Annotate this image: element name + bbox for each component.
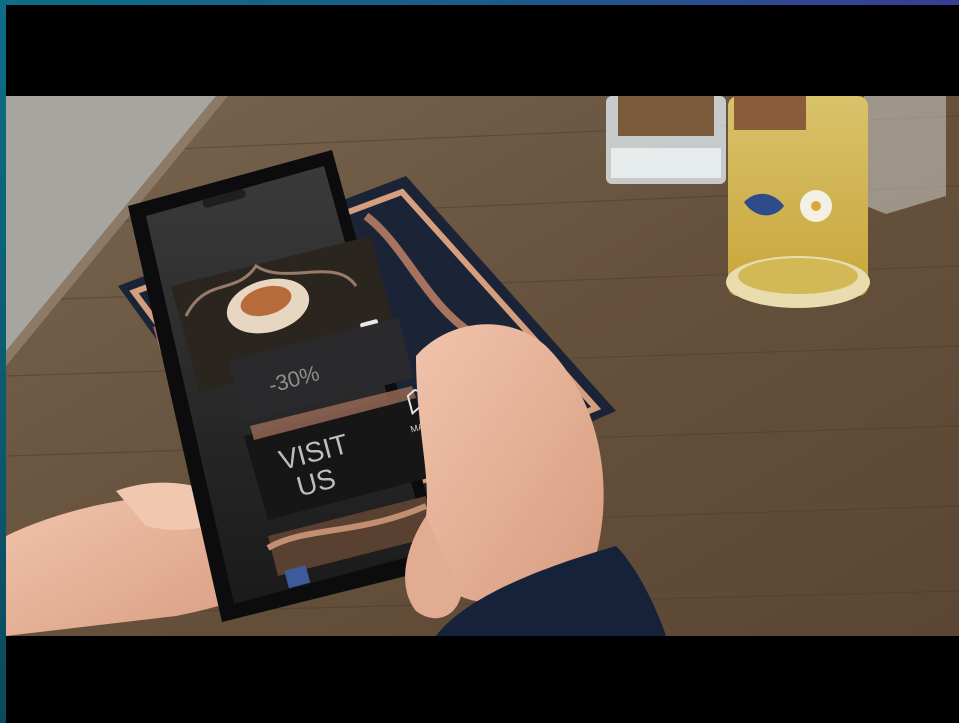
- letterbox-bottom-bar: [6, 636, 959, 723]
- scene-photo: -30% VISIT US MAPS: [6, 96, 959, 636]
- glass-dark-drink: [606, 96, 726, 184]
- video-frame: -30% VISIT US MAPS: [6, 96, 959, 636]
- letterbox-top-bar: [6, 5, 959, 96]
